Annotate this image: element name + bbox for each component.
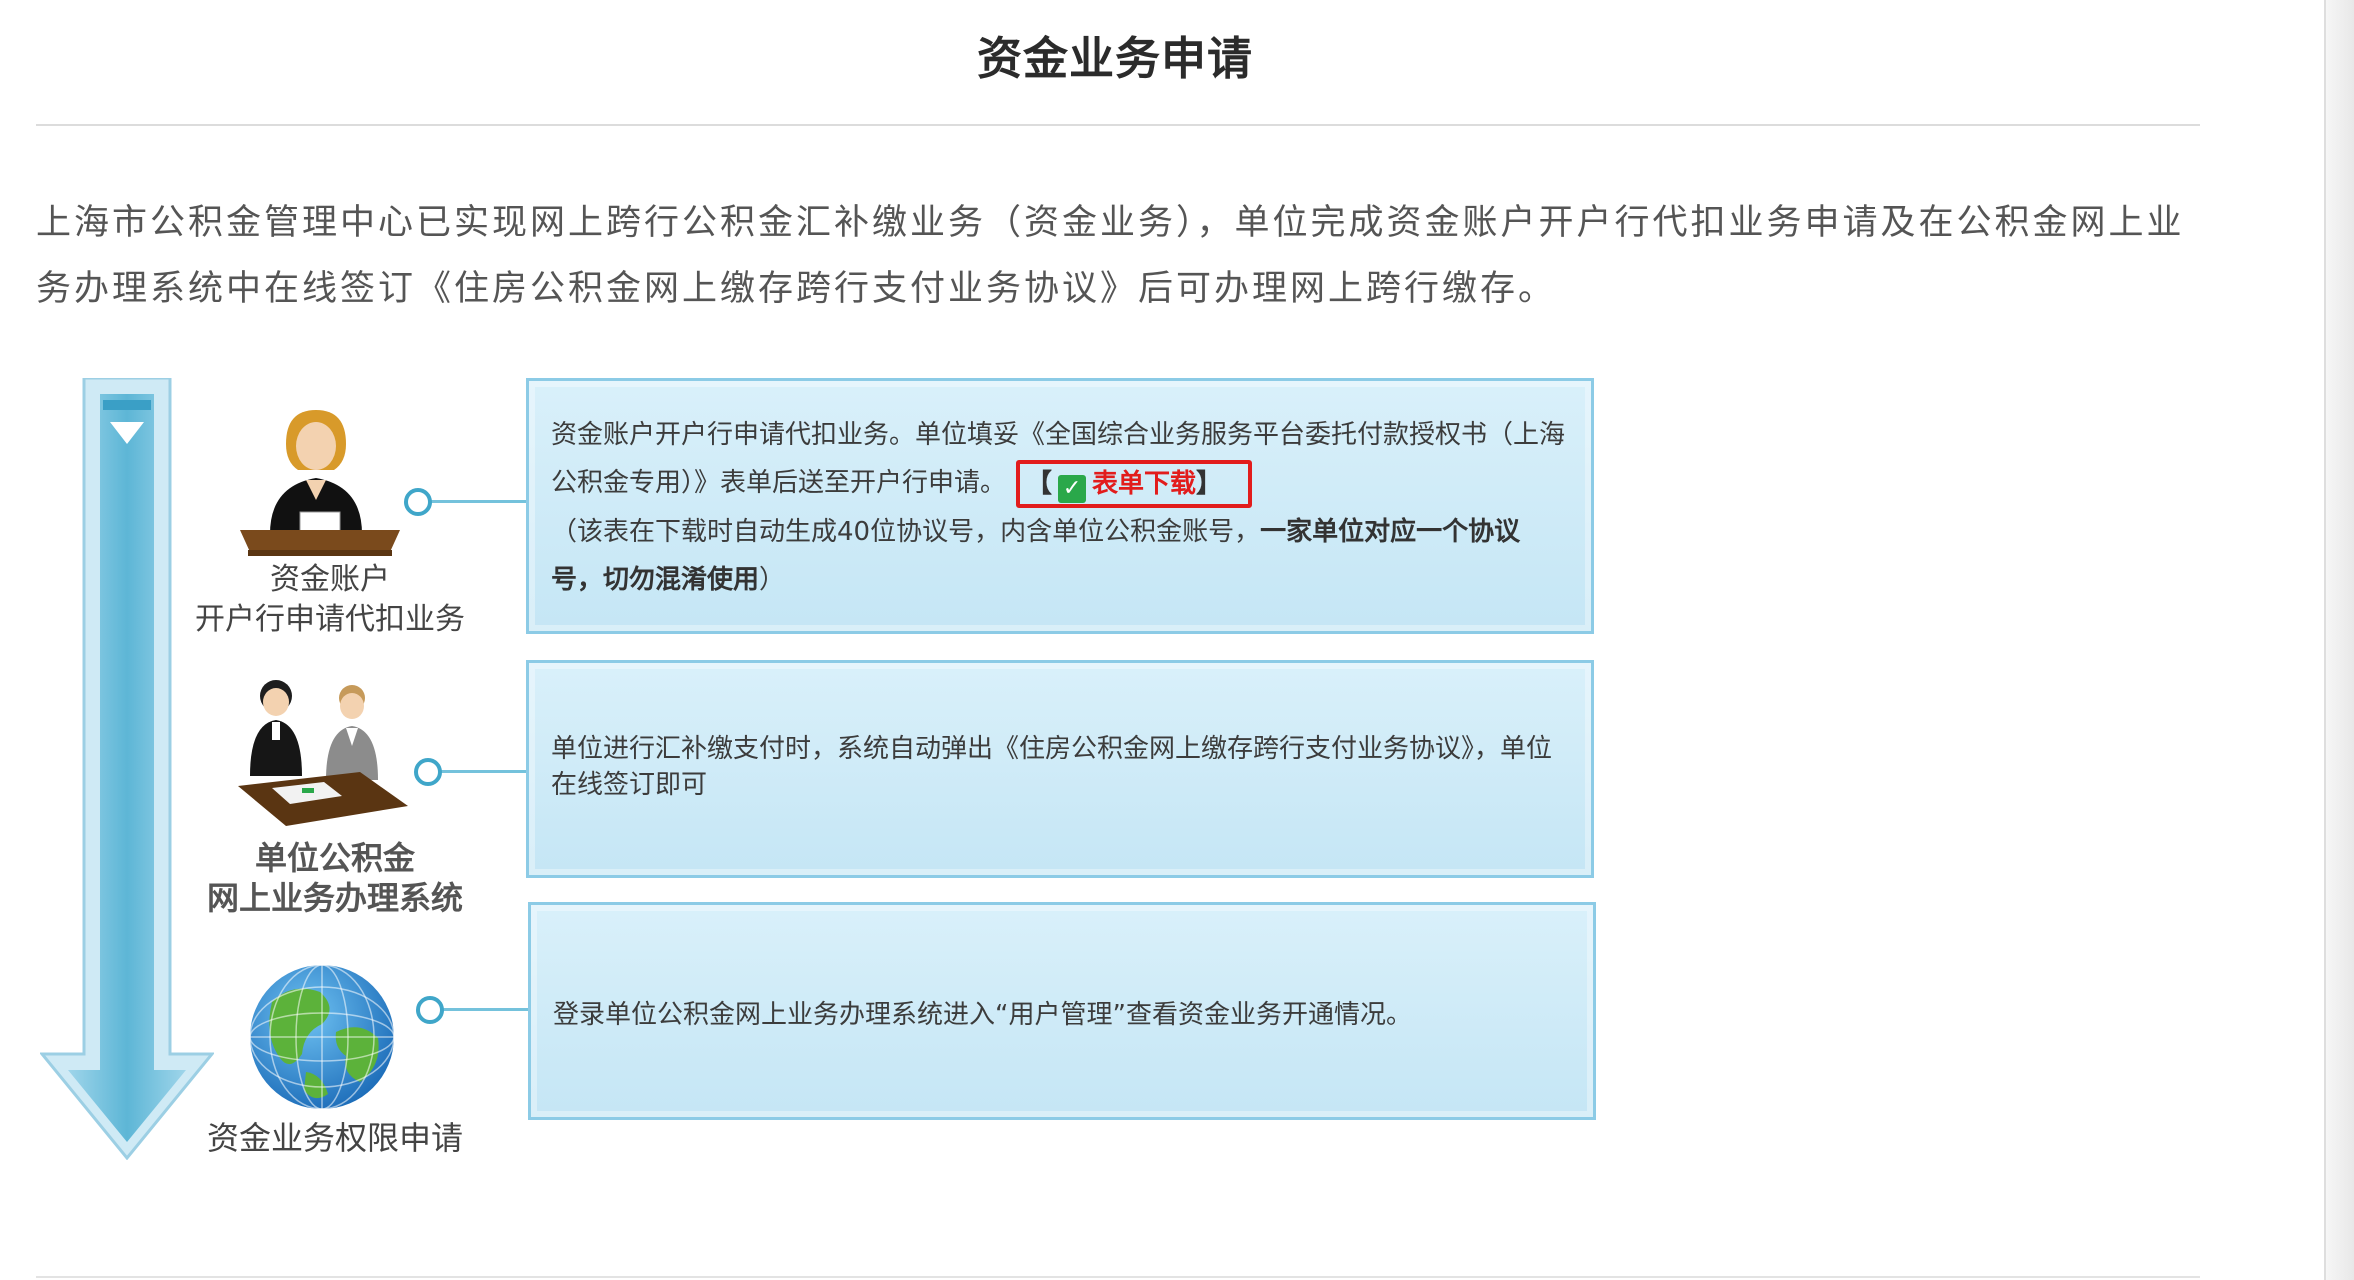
bottom-divider xyxy=(36,1276,2200,1278)
step1-dot xyxy=(404,488,432,516)
globe-icon xyxy=(249,964,395,1110)
person-at-desk-icon xyxy=(240,410,400,556)
step2-label-line1: 单位公积金 xyxy=(254,839,415,877)
page-title: 资金业务申请 xyxy=(976,32,1253,85)
step3-label: 资金业务权限申请 xyxy=(206,1119,463,1157)
step1-label-line2: 开户行申请代扣业务 xyxy=(195,602,465,637)
intro-paragraph: 上海市公积金管理中心已实现网上跨行公积金汇补缴业务（资金业务），单位完成资金账户… xyxy=(36,203,2185,309)
step2-dot xyxy=(414,758,442,786)
step3-text: 登录单位公积金网上业务办理系统进入“用户管理”查看资金业务开通情况。 xyxy=(553,1000,1412,1030)
step3-dot xyxy=(416,996,444,1024)
download-bracket-close: 】 xyxy=(1196,468,1223,499)
business-meeting-icon xyxy=(238,680,408,826)
step1-box: 资金账户开户行申请代扣业务。单位填妥《全国综合业务服务平台委托付款授权书（上海公… xyxy=(526,378,1594,634)
step2-box: 单位进行汇补缴支付时，系统自动弹出《住房公积金网上缴存跨行支付业务协议》，单位在… xyxy=(526,660,1594,878)
download-bracket-open: 【 xyxy=(1026,468,1053,499)
step2-connector xyxy=(438,770,528,773)
step1-note-suffix: ） xyxy=(759,564,786,595)
step1-label: 资金账户 开户行申请代扣业务 xyxy=(170,560,490,640)
download-icon: ✓ xyxy=(1058,474,1087,503)
step1-label-line1: 资金账户 xyxy=(270,562,390,597)
title-divider xyxy=(36,124,2200,126)
form-download-button[interactable]: 【✓ 表单下载】 xyxy=(1016,459,1253,508)
step1-note-prefix: （该表在下载时自动生成40位协议号，内含单位公积金账号， xyxy=(551,516,1261,547)
scrollbar[interactable] xyxy=(2326,0,2354,1280)
step1-connector xyxy=(428,500,528,503)
step2-label-line2: 网上业务办理系统 xyxy=(206,879,463,917)
form-download-label: 表单下载 xyxy=(1092,468,1197,499)
step2-text: 单位进行汇补缴支付时，系统自动弹出《住房公积金网上缴存跨行支付业务协议》，单位在… xyxy=(551,734,1553,800)
step3-connector xyxy=(440,1008,530,1011)
step2-label: 单位公积金 网上业务办理系统 xyxy=(170,838,500,918)
step3-box: 登录单位公积金网上业务办理系统进入“用户管理”查看资金业务开通情况。 xyxy=(528,902,1596,1120)
down-arrow-icon xyxy=(40,378,214,1160)
